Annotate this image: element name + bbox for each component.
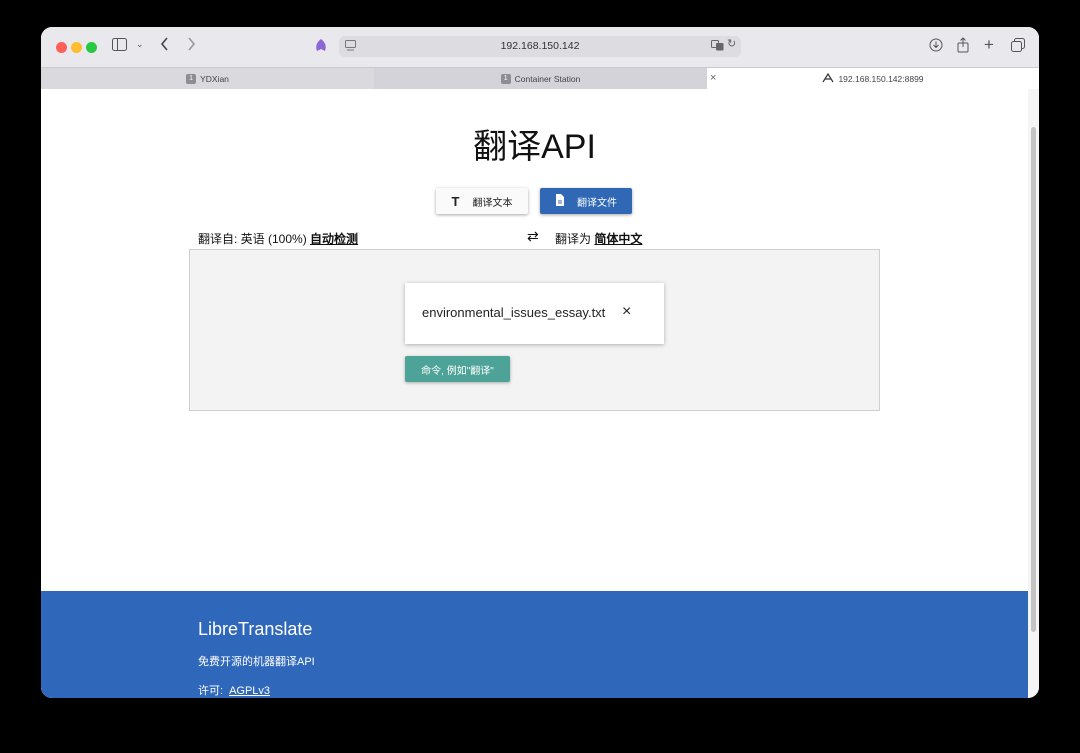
page-content: 翻译API T 翻译文本 翻译文件 翻译自: 英语 (100%) 自动检测 ⇄ … <box>41 89 1028 698</box>
target-language-prefix: 翻译为 <box>555 232 592 246</box>
target-language-row: 翻译为 简体中文 <box>555 230 642 247</box>
close-window-button[interactable] <box>56 42 67 53</box>
tab-bar: 1 YDXian 1 Container Station × 192.168.1… <box>41 67 1039 90</box>
selected-file-card: environmental_issues_essay.txt × <box>405 283 664 344</box>
minimize-window-button[interactable] <box>71 42 82 53</box>
translate-file-button[interactable]: 翻译文件 <box>540 188 632 214</box>
tab-libretranslate[interactable]: × 192.168.150.142:8899 <box>707 68 1039 89</box>
translate-text-button[interactable]: T 翻译文本 <box>436 188 528 214</box>
url-text: 192.168.150.142 <box>500 40 580 52</box>
tab-title: 192.168.150.142:8899 <box>838 73 924 84</box>
forward-icon[interactable] <box>187 37 196 54</box>
source-language-prefix: 翻译自: 英语 (100%) <box>198 232 307 246</box>
close-tab-icon[interactable]: × <box>710 72 716 84</box>
tab-number-badge: 1 <box>500 73 511 84</box>
share-icon[interactable] <box>957 37 969 56</box>
tab-title: YDXian <box>200 73 229 84</box>
translate-page-icon[interactable] <box>711 40 724 54</box>
chevron-down-icon[interactable]: ⌄ <box>136 40 144 49</box>
license-link[interactable]: AGPLv3 <box>229 685 270 697</box>
footer-title: LibreTranslate <box>198 619 313 639</box>
license-label: 许可: <box>198 685 224 697</box>
translate-button[interactable]: 命令, 例如"翻译" <box>405 356 510 382</box>
page-scrollbar[interactable] <box>1028 89 1039 698</box>
tab-container-station[interactable]: 1 Container Station <box>374 68 708 89</box>
target-language-select[interactable]: 简体中文 <box>594 232 642 246</box>
page-title: 翻译API <box>473 128 596 166</box>
file-drop-area[interactable]: environmental_issues_essay.txt × 命令, 例如"… <box>189 249 880 411</box>
text-format-icon: T <box>451 193 460 209</box>
scrollbar-thumb[interactable] <box>1031 127 1036 632</box>
reload-icon[interactable]: ↻ <box>727 39 736 50</box>
back-icon[interactable] <box>160 37 169 54</box>
zoom-window-button[interactable] <box>86 42 97 53</box>
swap-languages-icon[interactable]: ⇄ <box>527 228 539 245</box>
translate-file-label: 翻译文件 <box>577 197 617 209</box>
file-name: environmental_issues_essay.txt <box>422 305 606 320</box>
download-icon[interactable] <box>929 38 943 55</box>
privacy-extension-icon[interactable] <box>314 38 328 56</box>
footer-description: 免费开源的机器翻译API <box>198 656 315 668</box>
browser-window: ⌄ 192.168.150.142 ↻ + 1 YDXian 1 Contain… <box>41 27 1039 698</box>
source-language-row: 翻译自: 英语 (100%) 自动检测 <box>198 230 358 247</box>
footer: LibreTranslate 免费开源的机器翻译API 许可: AGPLv3 <box>41 591 1028 698</box>
remove-file-icon[interactable]: × <box>622 303 631 321</box>
tab-title: Container Station <box>514 73 581 84</box>
file-icon <box>555 193 565 209</box>
footer-license: 许可: AGPLv3 <box>198 682 270 698</box>
tab-favicon-icon <box>822 72 834 85</box>
translate-text-label: 翻译文本 <box>472 197 513 209</box>
source-language-select[interactable]: 自动检测 <box>310 232 358 246</box>
address-bar[interactable]: 192.168.150.142 ↻ <box>339 36 741 57</box>
sidebar-toggle-icon[interactable] <box>112 38 127 54</box>
new-tab-icon[interactable]: + <box>984 36 994 53</box>
browser-toolbar: ⌄ 192.168.150.142 ↻ + <box>41 27 1039 67</box>
tab-overview-icon[interactable] <box>1011 38 1025 55</box>
tab-ydxian[interactable]: 1 YDXian <box>41 68 375 89</box>
tab-number-badge: 1 <box>186 73 197 84</box>
